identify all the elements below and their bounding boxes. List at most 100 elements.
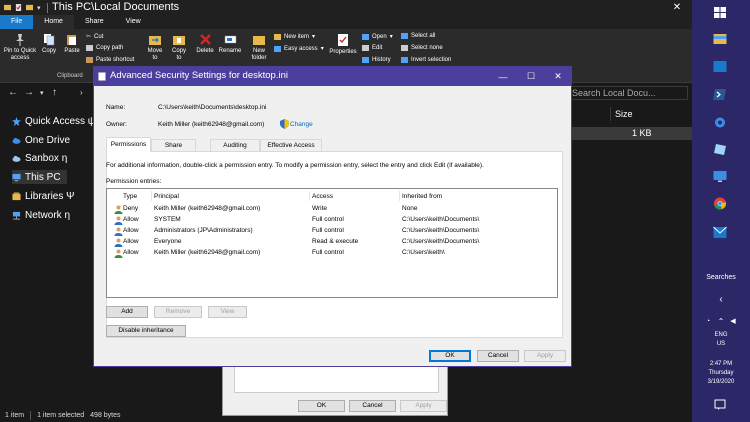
paste-button[interactable]: Paste — [62, 33, 82, 55]
forward-arrow-icon[interactable]: → — [24, 87, 34, 98]
disable-inheritance-button[interactable]: Disable inheritance — [106, 325, 186, 337]
outlook-mail-icon[interactable] — [713, 226, 727, 239]
new-folder-icon[interactable] — [26, 4, 33, 11]
tab-file[interactable]: File — [0, 15, 34, 29]
column-header-type[interactable]: Type — [123, 193, 137, 200]
delete-button[interactable]: Delete — [194, 33, 216, 55]
sidebar-item-network[interactable]: Network η — [12, 208, 70, 222]
address-chevron-icon[interactable]: › — [80, 88, 83, 97]
tab-home[interactable]: Home — [33, 15, 74, 29]
status-selected-count: 1 item selected — [37, 411, 85, 419]
quick-access-dropdown-icon[interactable]: ▾ — [37, 4, 41, 12]
history-button[interactable]: History — [362, 57, 391, 63]
tab-share[interactable]: Share — [74, 15, 115, 29]
sidebar-item-quick-access[interactable]: Quick Access ψ — [12, 114, 95, 128]
edit-icon — [362, 45, 369, 51]
language-region[interactable]: US — [692, 340, 750, 348]
open-button[interactable]: Open ▾ — [362, 33, 393, 40]
select-none-button[interactable]: Select none — [401, 45, 443, 51]
column-header-principal[interactable]: Principal — [154, 193, 179, 200]
column-header-inherited-from[interactable]: Inherited from — [402, 193, 442, 200]
clock-time[interactable]: 2:47 PM — [692, 360, 750, 368]
permission-entries-label: Permission entries: — [106, 178, 162, 185]
tab-view[interactable]: View — [115, 15, 152, 29]
bg-apply-button[interactable]: Apply — [400, 400, 447, 412]
close-button[interactable]: ✕ — [545, 67, 571, 86]
table-row[interactable]: Allow Administrators (JP\Administrators)… — [108, 226, 557, 237]
tab-permissions[interactable]: Permissions — [106, 137, 151, 152]
rename-label: Rename — [218, 48, 242, 54]
open-label: Open — [372, 33, 387, 40]
row-type: Allow — [123, 238, 139, 245]
sidebar-item-onedrive[interactable]: One Drive — [12, 133, 70, 147]
maximize-button[interactable]: ☐ — [518, 67, 544, 86]
notifications-icon[interactable] — [714, 399, 726, 411]
select-none-label: Select none — [411, 45, 443, 51]
move-to-label: Move to — [147, 48, 163, 61]
easy-access-button[interactable]: Easy access ▾ — [274, 45, 324, 52]
paste-shortcut-button[interactable]: Paste shortcut — [86, 57, 134, 63]
clock-date[interactable]: 3/19/2020 — [692, 378, 750, 386]
sidebar-item-libraries[interactable]: Libraries Ψ — [12, 189, 74, 203]
table-row[interactable]: Deny Keith Miller (keith62948@gmail.com)… — [108, 204, 557, 215]
paste-shortcut-icon — [86, 57, 93, 63]
ok-button[interactable]: OK — [429, 350, 471, 362]
close-window-button[interactable]: ✕ — [662, 0, 692, 15]
column-header-access[interactable]: Access — [312, 193, 333, 200]
recent-locations-icon[interactable]: ▾ — [40, 89, 44, 97]
wifi-icon[interactable]: ◔ — [701, 318, 715, 326]
new-item-button[interactable]: New item ▾ — [274, 33, 315, 40]
add-button[interactable]: Add — [106, 306, 148, 318]
mail-app-icon[interactable] — [713, 60, 727, 73]
searches-label[interactable]: Searches — [692, 274, 750, 282]
notepad-icon[interactable] — [713, 143, 727, 156]
search-input[interactable]: Search Local Docu... — [568, 86, 688, 100]
remote-desktop-icon[interactable] — [713, 170, 727, 183]
bg-cancel-button[interactable]: Cancel — [349, 400, 396, 412]
owner-label: Owner: — [106, 121, 127, 128]
edit-label: Edit — [372, 45, 383, 51]
pin-to-quick-access-button[interactable]: Pin to Quick access — [3, 33, 37, 62]
column-header-size[interactable]: Size — [615, 109, 633, 119]
change-owner-link[interactable]: Change — [290, 121, 313, 128]
properties-button[interactable]: Properties — [327, 33, 359, 56]
tab-effective-access[interactable]: Effective Access — [260, 139, 322, 151]
view-button[interactable]: View — [208, 306, 247, 318]
invert-selection-icon — [401, 57, 408, 63]
table-row[interactable]: Allow SYSTEM Full control C:\Users\keith… — [108, 215, 557, 226]
sidebar-item-this-pc[interactable]: This PC — [12, 170, 67, 184]
cut-button[interactable]: ✂ Cut — [86, 33, 103, 41]
powershell-icon[interactable] — [713, 88, 727, 101]
rename-button[interactable]: Rename — [218, 33, 242, 55]
clock-day[interactable]: Thursday — [692, 369, 750, 377]
file-explorer-icon[interactable] — [713, 32, 727, 45]
up-arrow-icon[interactable]: ↑ — [52, 87, 57, 98]
edit-button[interactable]: Edit — [362, 45, 382, 51]
start-windows-icon[interactable] — [713, 6, 727, 19]
table-row[interactable]: Allow Everyone Read & execute C:\Users\k… — [108, 237, 557, 248]
invert-selection-button[interactable]: Invert selection — [401, 57, 451, 63]
table-row[interactable]: Allow Keith Miller (keith62948@gmail.com… — [108, 248, 557, 259]
taskbar: Searches ‹ ⌃ ◔ ◀ ENG US 2:47 PM Thursday… — [692, 0, 750, 422]
sidebar-item-sanbox[interactable]: Sanbox η — [12, 151, 67, 165]
row-principal: SYSTEM — [154, 216, 181, 223]
bg-ok-button[interactable]: OK — [298, 400, 345, 412]
settings-app-icon[interactable] — [713, 116, 727, 129]
volume-icon[interactable]: ◀ — [726, 318, 740, 326]
back-arrow-icon[interactable]: ← — [8, 87, 18, 98]
properties-icon[interactable] — [15, 4, 22, 11]
cancel-button[interactable]: Cancel — [477, 350, 519, 362]
copy-path-button[interactable]: Copy path — [86, 45, 123, 51]
remove-button[interactable]: Remove — [154, 306, 202, 318]
language-primary[interactable]: ENG — [692, 331, 750, 339]
minimize-button[interactable]: — — [490, 67, 516, 86]
chrome-icon[interactable] — [713, 197, 727, 210]
apply-button[interactable]: Apply — [524, 350, 566, 362]
chevron-left-icon[interactable]: ‹ — [692, 295, 750, 305]
selected-file-row[interactable] — [560, 127, 692, 140]
copy-button[interactable]: Copy — [40, 33, 58, 55]
sidebar-item-label: This PC — [25, 171, 61, 183]
tab-share[interactable]: Share — [151, 139, 196, 151]
select-all-button[interactable]: Select all — [401, 33, 435, 39]
tab-auditing[interactable]: Auditing — [210, 139, 260, 151]
